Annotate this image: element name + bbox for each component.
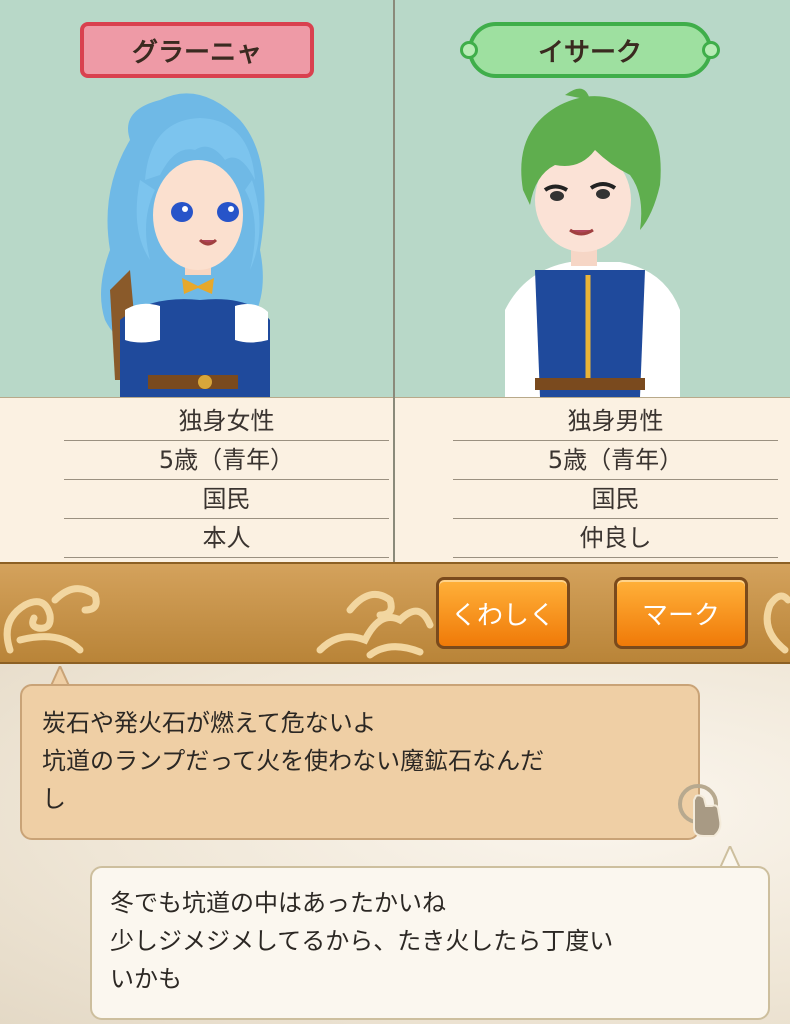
info-row: 国民 [453,480,778,519]
plate-knob-right [702,41,720,59]
player-speech-bubble: 冬でも坑道の中はあったかいね 少しジメジメしてるから、たき火したら丁度い いかも [90,866,770,1020]
player-bubble-tail [718,846,742,868]
npc-line: 坑道のランプだって火を使わない魔鉱石なんだ [42,747,545,775]
info-area-left: 独身女性 5歳（青年） 国民 本人 [0,397,393,562]
character-name-plate-left: グラーニャ [80,22,314,78]
player-line: 冬でも坑道の中はあったかいね [110,889,446,917]
tap-hand-icon[interactable] [672,780,728,840]
info-list-right: 独身男性 5歳（青年） 国民 仲良し [453,402,778,558]
character-name-right: イサーク [537,37,642,68]
plate-knob-left [460,41,478,59]
character-name-plate-right: イサーク [460,22,720,78]
ornament-scroll-center [316,590,434,659]
player-line: いかも [110,965,182,993]
info-row: 本人 [64,519,389,558]
npc-line: し [42,785,66,813]
info-row: 5歳（青年） [453,441,778,480]
npc-line: 炭石や発火石が燃えて危ないよ [42,709,377,737]
conversation-area: 炭石や発火石が燃えて危ないよ 坑道のランプだって火を使わない魔鉱石なんだ し 冬… [0,664,790,1024]
player-line: 少しジメジメしてるから、たき火したら丁度い [110,927,614,955]
info-row: 仲良し [453,519,778,558]
action-bar: くわしく マーク [0,562,790,664]
info-list-left: 独身女性 5歳（青年） 国民 本人 [64,402,389,558]
character-panel-right: 独身男性 5歳（青年） 国民 仲良し [395,0,790,562]
info-row: 独身女性 [64,402,389,441]
ornament-scroll-left [3,585,100,654]
npc-speech-bubble: 炭石や発火石が燃えて危ないよ 坑道のランプだって火を使わない魔鉱石なんだ し [20,684,700,840]
mark-button[interactable]: マーク [614,577,748,649]
info-row: 国民 [64,480,389,519]
info-row: 独身男性 [453,402,778,441]
details-button[interactable]: くわしく [436,577,570,649]
info-area-right: 独身男性 5歳（青年） 国民 仲良し [395,397,790,562]
character-panel-left: グラーニャ 独身女性 5歳（青年） 国民 本人 [0,0,395,562]
info-row: 5歳（青年） [64,441,389,480]
character-name-left: グラーニャ [131,37,262,68]
character-panels: グラーニャ 独身女性 5歳（青年） 国民 本人 独身男性 5歳（青年） 国民 仲… [0,0,790,562]
ornament-scroll-right [763,592,790,654]
